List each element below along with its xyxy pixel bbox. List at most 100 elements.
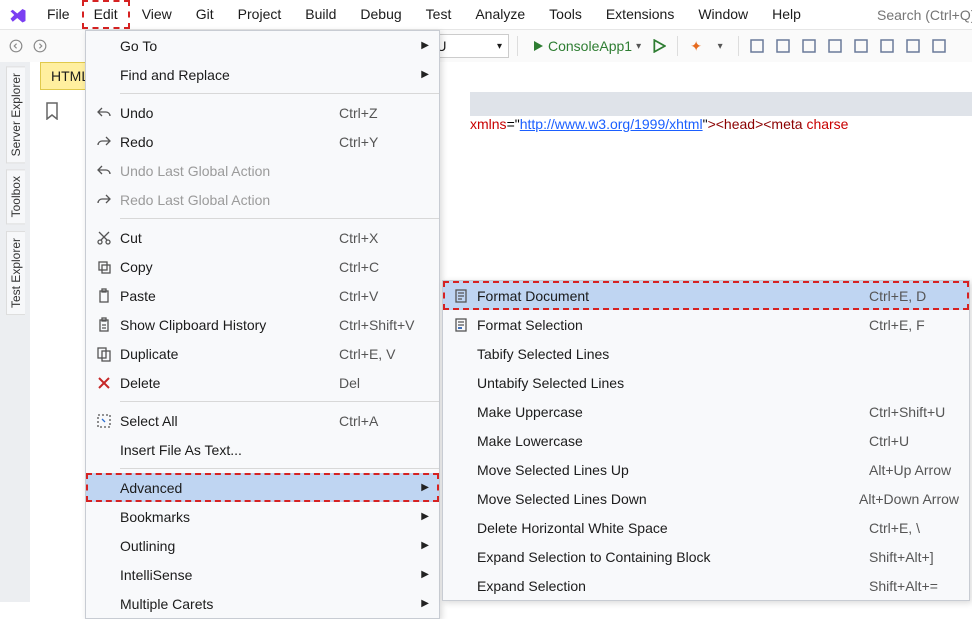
bookmark-icon[interactable] (44, 102, 60, 120)
menu-item-shortcut: Alt+Down Arrow (859, 491, 959, 507)
submenu-arrow-icon: ▶ (421, 569, 429, 580)
submenu-arrow-icon: ▶ (421, 540, 429, 551)
menu-help[interactable]: Help (760, 0, 813, 29)
menu-item-label: Undo Last Global Action (116, 163, 429, 179)
document-tab-label: HTML (51, 68, 89, 84)
ruler-icon[interactable] (877, 36, 897, 56)
package-icon[interactable] (773, 36, 793, 56)
menu-item-move-selected-lines-down[interactable]: Move Selected Lines DownAlt+Down Arrow (443, 484, 969, 513)
search-input[interactable] (877, 7, 972, 23)
menu-file[interactable]: File (35, 0, 82, 29)
menu-separator (120, 93, 439, 94)
menu-item-paste[interactable]: PasteCtrl+V (86, 281, 439, 310)
align-left-icon[interactable] (851, 36, 871, 56)
menu-item-multiple-carets[interactable]: Multiple Carets▶ (86, 589, 439, 618)
menu-item-insert-file-as-text-[interactable]: Insert File As Text... (86, 435, 439, 464)
menu-item-label: Insert File As Text... (116, 442, 429, 458)
menu-item-advanced[interactable]: Advanced▶ (86, 473, 439, 502)
menu-analyze[interactable]: Analyze (463, 0, 537, 29)
window-icon[interactable] (825, 36, 845, 56)
menu-item-redo-last-global-action: Redo Last Global Action (86, 185, 439, 214)
menu-debug[interactable]: Debug (348, 0, 413, 29)
menu-item-shortcut: Ctrl+Z (339, 105, 429, 121)
menu-item-intellisense[interactable]: IntelliSense▶ (86, 560, 439, 589)
menu-build[interactable]: Build (293, 0, 348, 29)
sidebar-tab-toolbox[interactable]: Toolbox (6, 169, 25, 224)
menu-item-format-document[interactable]: Format DocumentCtrl+E, D (443, 281, 969, 310)
menu-item-shortcut: Ctrl+V (339, 288, 429, 304)
menu-item-find-and-replace[interactable]: Find and Replace▶ (86, 60, 439, 89)
menu-item-label: Select All (116, 413, 339, 429)
sidebar-tab-test-explorer[interactable]: Test Explorer (6, 231, 25, 315)
menu-item-go-to[interactable]: Go To▶ (86, 31, 439, 60)
menu-git[interactable]: Git (184, 0, 226, 29)
menu-item-undo[interactable]: UndoCtrl+Z (86, 98, 439, 127)
menu-edit[interactable]: Edit (82, 0, 130, 29)
menu-item-redo[interactable]: RedoCtrl+Y (86, 127, 439, 156)
menu-item-label: Find and Replace (116, 67, 429, 83)
menu-item-show-clipboard-history[interactable]: Show Clipboard HistoryCtrl+Shift+V (86, 310, 439, 339)
menu-item-label: Bookmarks (116, 509, 429, 525)
menubar: FileEditViewGitProjectBuildDebugTestAnal… (0, 0, 972, 30)
menu-item-move-selected-lines-up[interactable]: Move Selected Lines UpAlt+Up Arrow (443, 455, 969, 484)
menu-item-label: Redo (116, 134, 339, 150)
menu-item-make-lowercase[interactable]: Make LowercaseCtrl+U (443, 426, 969, 455)
menu-item-expand-selection[interactable]: Expand SelectionShift+Alt+= (443, 571, 969, 600)
menu-item-untabify-selected-lines[interactable]: Untabify Selected Lines (443, 368, 969, 397)
menu-view[interactable]: View (130, 0, 184, 29)
menu-item-label: IntelliSense (116, 567, 429, 583)
play-outline-icon[interactable] (649, 36, 669, 56)
menu-item-copy[interactable]: CopyCtrl+C (86, 252, 439, 281)
menu-item-outlining[interactable]: Outlining▶ (86, 531, 439, 560)
menu-item-shortcut: Ctrl+U (869, 433, 959, 449)
chevron-down-icon: ▾ (497, 41, 502, 52)
menu-extensions[interactable]: Extensions (594, 0, 686, 29)
menu-item-cut[interactable]: CutCtrl+X (86, 223, 439, 252)
flame-icon[interactable]: ✦ (686, 36, 706, 56)
menu-item-delete-horizontal-white-space[interactable]: Delete Horizontal White SpaceCtrl+E, \ (443, 513, 969, 542)
menu-item-shortcut: Alt+Up Arrow (869, 462, 959, 478)
menu-project[interactable]: Project (226, 0, 294, 29)
menu-item-shortcut: Shift+Alt+] (869, 549, 959, 565)
sidebar-tab-server-explorer[interactable]: Server Explorer (6, 66, 25, 163)
run-button[interactable]: ConsoleApp1 ▾ (532, 38, 641, 54)
code-line: xmlns="http://www.w3.org/1999/xhtml"><he… (470, 116, 848, 134)
menu-separator (120, 218, 439, 219)
scissors-icon[interactable] (903, 36, 923, 56)
menu-item-label: Untabify Selected Lines (473, 375, 959, 391)
grid-icon[interactable] (929, 36, 949, 56)
menu-item-tabify-selected-lines[interactable]: Tabify Selected Lines (443, 339, 969, 368)
back-button[interactable] (6, 36, 26, 56)
search-box[interactable] (867, 0, 972, 30)
menu-item-label: Multiple Carets (116, 596, 429, 612)
menu-item-make-uppercase[interactable]: Make UppercaseCtrl+Shift+U (443, 397, 969, 426)
menu-item-select-all[interactable]: Select AllCtrl+A (86, 406, 439, 435)
cut-icon (92, 230, 116, 246)
toolbar-separator (738, 36, 739, 56)
menu-item-duplicate[interactable]: DuplicateCtrl+E, V (86, 339, 439, 368)
menu-tools[interactable]: Tools (537, 0, 594, 29)
menu-window[interactable]: Window (686, 0, 760, 29)
menu-item-expand-selection-to-containing-block[interactable]: Expand Selection to Containing BlockShif… (443, 542, 969, 571)
advanced-submenu: Format DocumentCtrl+E, DFormat Selection… (442, 280, 970, 601)
menu-item-label: Cut (116, 230, 339, 246)
menu-test[interactable]: Test (414, 0, 464, 29)
menu-item-label: Expand Selection to Containing Block (473, 549, 869, 565)
menu-item-shortcut: Ctrl+E, D (869, 288, 959, 304)
doc-sel-icon (449, 317, 473, 333)
menu-item-label: Expand Selection (473, 578, 869, 594)
menu-item-bookmarks[interactable]: Bookmarks▶ (86, 502, 439, 531)
menu-item-format-selection[interactable]: Format SelectionCtrl+E, F (443, 310, 969, 339)
toolbar-separator (517, 36, 518, 56)
menu-item-shortcut: Ctrl+X (339, 230, 429, 246)
doc-icon (449, 288, 473, 304)
duplicate-icon (92, 346, 116, 362)
menu-item-shortcut: Ctrl+Shift+U (869, 404, 959, 420)
forward-button[interactable] (30, 36, 50, 56)
stack-icon[interactable] (799, 36, 819, 56)
menu-item-undo-last-global-action: Undo Last Global Action (86, 156, 439, 185)
chevron-down-icon[interactable]: ▾ (710, 36, 730, 56)
flame-icon[interactable] (747, 36, 767, 56)
menu-item-shortcut: Ctrl+Shift+V (339, 317, 429, 333)
menu-item-delete[interactable]: DeleteDel (86, 368, 439, 397)
